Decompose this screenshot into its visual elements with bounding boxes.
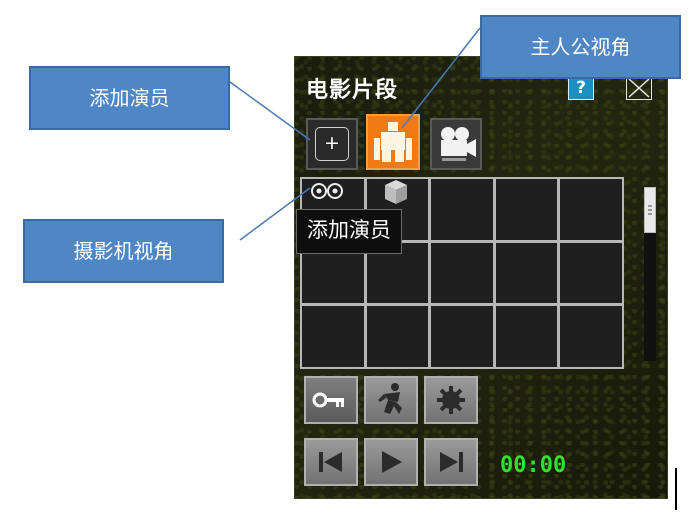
callout-camera-view: 摄影机视角 [23, 219, 224, 283]
text-cursor-line [675, 468, 677, 510]
callout-hero-view: 主人公视角 [480, 15, 681, 79]
callout-add-actor: 添加演员 [29, 66, 230, 130]
